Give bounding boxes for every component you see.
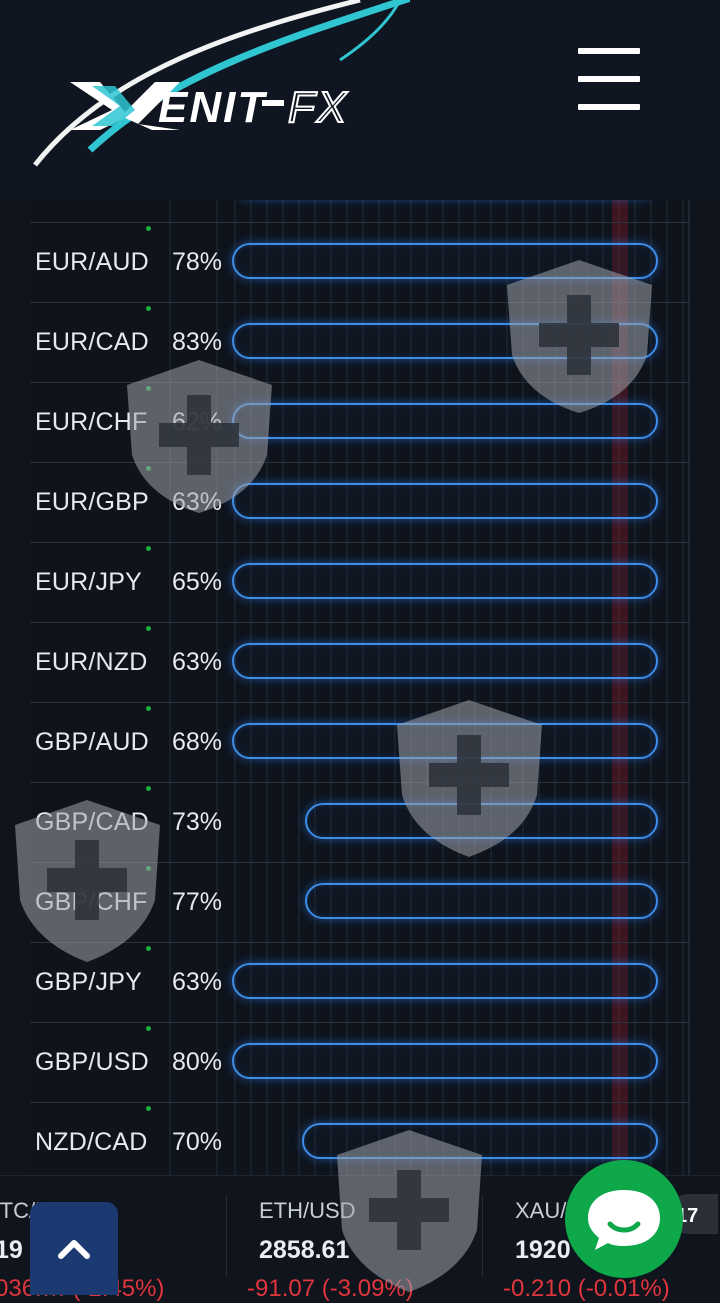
pair-label: EUR/AUD xyxy=(35,248,149,276)
status-dot xyxy=(146,866,151,871)
pair-row: EUR/CHF 62% xyxy=(30,382,690,463)
status-dot xyxy=(146,706,151,711)
pair-label: EUR/CHF xyxy=(35,408,148,436)
pair-percentage: 63% xyxy=(172,968,223,996)
chat-bubble-icon xyxy=(588,1190,660,1250)
pair-row: EUR/AUD 78% xyxy=(30,222,690,303)
status-dot xyxy=(146,386,151,391)
pair-row: GBP/JPY 63% xyxy=(30,942,690,1023)
pair-label: EUR/CAD xyxy=(35,328,149,356)
sentiment-bar xyxy=(232,643,658,679)
pair-row: EUR/JPY 65% xyxy=(30,542,690,623)
sentiment-bar xyxy=(232,483,658,519)
pair-label: GBP/JPY xyxy=(35,968,142,996)
sentiment-bar xyxy=(305,883,658,919)
pair-label: GBP/CAD xyxy=(35,808,149,836)
pair-percentage: 70% xyxy=(172,1128,223,1156)
pair-percentage: 73% xyxy=(172,808,223,836)
pair-label: GBP/USD xyxy=(35,1048,149,1076)
sentiment-bar xyxy=(232,963,658,999)
pair-percentage: 62% xyxy=(172,408,223,436)
ticker-divider xyxy=(482,1196,483,1276)
ticker-symbol: ETH/USD xyxy=(259,1198,356,1223)
status-dot xyxy=(146,546,151,551)
pair-row: EUR/CAD 83% xyxy=(30,302,690,383)
pair-percentage: 80% xyxy=(172,1048,223,1076)
pair-percentage: 63% xyxy=(172,488,223,516)
pair-label: NZD/CAD xyxy=(35,1128,148,1156)
status-dot xyxy=(146,226,151,231)
pair-label: EUR/GBP xyxy=(35,488,149,516)
status-dot xyxy=(146,1026,151,1031)
xenit-fx-logo[interactable]: ENIT FX xyxy=(30,0,416,180)
scroll-to-top-button[interactable] xyxy=(30,1202,118,1295)
svg-text:FX: FX xyxy=(288,83,348,132)
status-dot xyxy=(146,466,151,471)
svg-text:ENIT: ENIT xyxy=(158,83,267,132)
pair-label: EUR/JPY xyxy=(35,568,142,596)
status-dot xyxy=(146,626,151,631)
pair-percentage: 83% xyxy=(172,328,223,356)
pair-percentage: 68% xyxy=(172,728,223,756)
sentiment-bar xyxy=(232,563,658,599)
status-dot xyxy=(146,306,151,311)
ticker-change: -0.210 (-0.01%) xyxy=(503,1275,670,1302)
chevron-up-icon xyxy=(58,1240,90,1259)
ticker-item[interactable]: ETH/USD 2858.61 -91.07 (-3.09%) xyxy=(247,1198,414,1303)
pair-label: EUR/NZD xyxy=(35,648,148,676)
hamburger-icon[interactable] xyxy=(578,48,640,110)
pair-percentage: 63% xyxy=(172,648,223,676)
pair-row: GBP/AUD 68% xyxy=(30,702,690,783)
pair-row: EUR/GBP 63% xyxy=(30,462,690,543)
pair-label: GBP/AUD xyxy=(35,728,149,756)
pair-percentage: 77% xyxy=(172,888,223,916)
status-dot xyxy=(146,946,151,951)
sentiment-bar xyxy=(305,803,658,839)
sentiment-table: CHF/JPY67% EUR/AUD 78% EUR/CAD 83% EUR/CHF 62%… xyxy=(30,200,690,1175)
sentiment-bar xyxy=(302,1123,658,1159)
chat-button[interactable] xyxy=(565,1160,683,1278)
ticker-price: 2858.61 xyxy=(259,1236,350,1264)
pair-percentage: 78% xyxy=(172,248,223,276)
pair-row: GBP/CAD 73% xyxy=(30,782,690,863)
sentiment-bar xyxy=(232,1043,658,1079)
sentiment-bar xyxy=(232,323,658,359)
ticker-divider xyxy=(226,1196,227,1276)
pair-row: CHF/JPY67% xyxy=(30,200,690,223)
pair-percentage: 65% xyxy=(172,568,223,596)
pair-row: EUR/NZD 63% xyxy=(30,622,690,703)
pair-row: GBP/USD 80% xyxy=(30,1022,690,1103)
site-header: ENIT FX xyxy=(0,0,720,200)
sentiment-bar xyxy=(232,243,658,279)
ticker-change: -91.07 (-3.09%) xyxy=(247,1275,414,1302)
status-dot xyxy=(146,1106,151,1111)
sentiment-bar xyxy=(232,403,658,439)
sentiment-bar xyxy=(232,723,658,759)
pair-label: GBP/CHF xyxy=(35,888,148,916)
status-dot xyxy=(146,786,151,791)
pair-row: GBP/CHF 77% xyxy=(30,862,690,943)
